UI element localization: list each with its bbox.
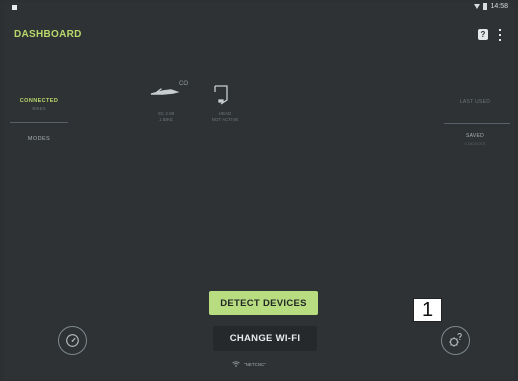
wifi-network-name: "NETCNC" xyxy=(244,361,266,367)
nav-saved-label: SAVED xyxy=(465,133,485,139)
page-title: DASHBOARD xyxy=(14,29,82,40)
wifi-icon xyxy=(474,4,481,9)
change-wifi-button[interactable]: CHANGE WI-FI xyxy=(213,326,317,351)
nav-divider-right xyxy=(444,123,510,124)
settings-question-icon xyxy=(449,333,462,347)
bike-icon xyxy=(150,88,180,95)
app-frame: 14:58 DASHBOARD ? CONNECTED BIKES MODES … xyxy=(4,2,514,379)
device-diagram: CO SC 2.98 1 BIKE HEAD NOT ACTIVE xyxy=(149,80,269,130)
nav-saved-sub: 0 DEVICES xyxy=(464,141,486,146)
wifi-network-status: "NETCNC" xyxy=(232,361,266,367)
speedometer-icon xyxy=(66,334,79,347)
devices-separator: CO xyxy=(179,81,188,87)
nav-item-last-used[interactable]: LAST USED xyxy=(436,99,514,107)
status-bar: 14:58 xyxy=(4,2,514,14)
help-icon[interactable]: ? xyxy=(478,29,488,40)
overflow-menu-icon[interactable] xyxy=(498,29,502,41)
nav-last-used-label: LAST USED xyxy=(459,99,491,105)
wifi-icon xyxy=(232,361,240,367)
annotation-marker: 1 xyxy=(413,298,442,322)
bike-label-line2: 1 BIKE xyxy=(158,117,173,122)
battery-icon xyxy=(483,3,488,10)
head-label-line2: NOT ACTIVE xyxy=(211,117,239,122)
head-device-icon xyxy=(214,85,228,105)
bike-label: SC 2.98 1 BIKE xyxy=(151,111,181,123)
notification-square-icon xyxy=(12,5,17,10)
nav-item-modes[interactable]: MODES xyxy=(4,136,74,142)
status-time: 14:58 xyxy=(490,3,508,10)
nav-connected-sub: BIKES xyxy=(32,106,46,111)
nav-item-connected[interactable]: CONNECTED BIKES xyxy=(4,98,74,111)
head-label: HEAD NOT ACTIVE xyxy=(205,111,245,123)
detect-devices-button[interactable]: DETECT DEVICES xyxy=(209,291,318,315)
nav-item-saved[interactable]: SAVED 0 DEVICES xyxy=(436,133,514,146)
settings-help-button[interactable] xyxy=(441,326,470,355)
nav-connected-label: CONNECTED xyxy=(19,98,59,104)
nav-divider xyxy=(10,122,68,123)
status-right: 14:58 xyxy=(474,3,508,10)
gauge-button[interactable] xyxy=(58,326,87,355)
nav-modes-label: MODES xyxy=(27,136,51,142)
